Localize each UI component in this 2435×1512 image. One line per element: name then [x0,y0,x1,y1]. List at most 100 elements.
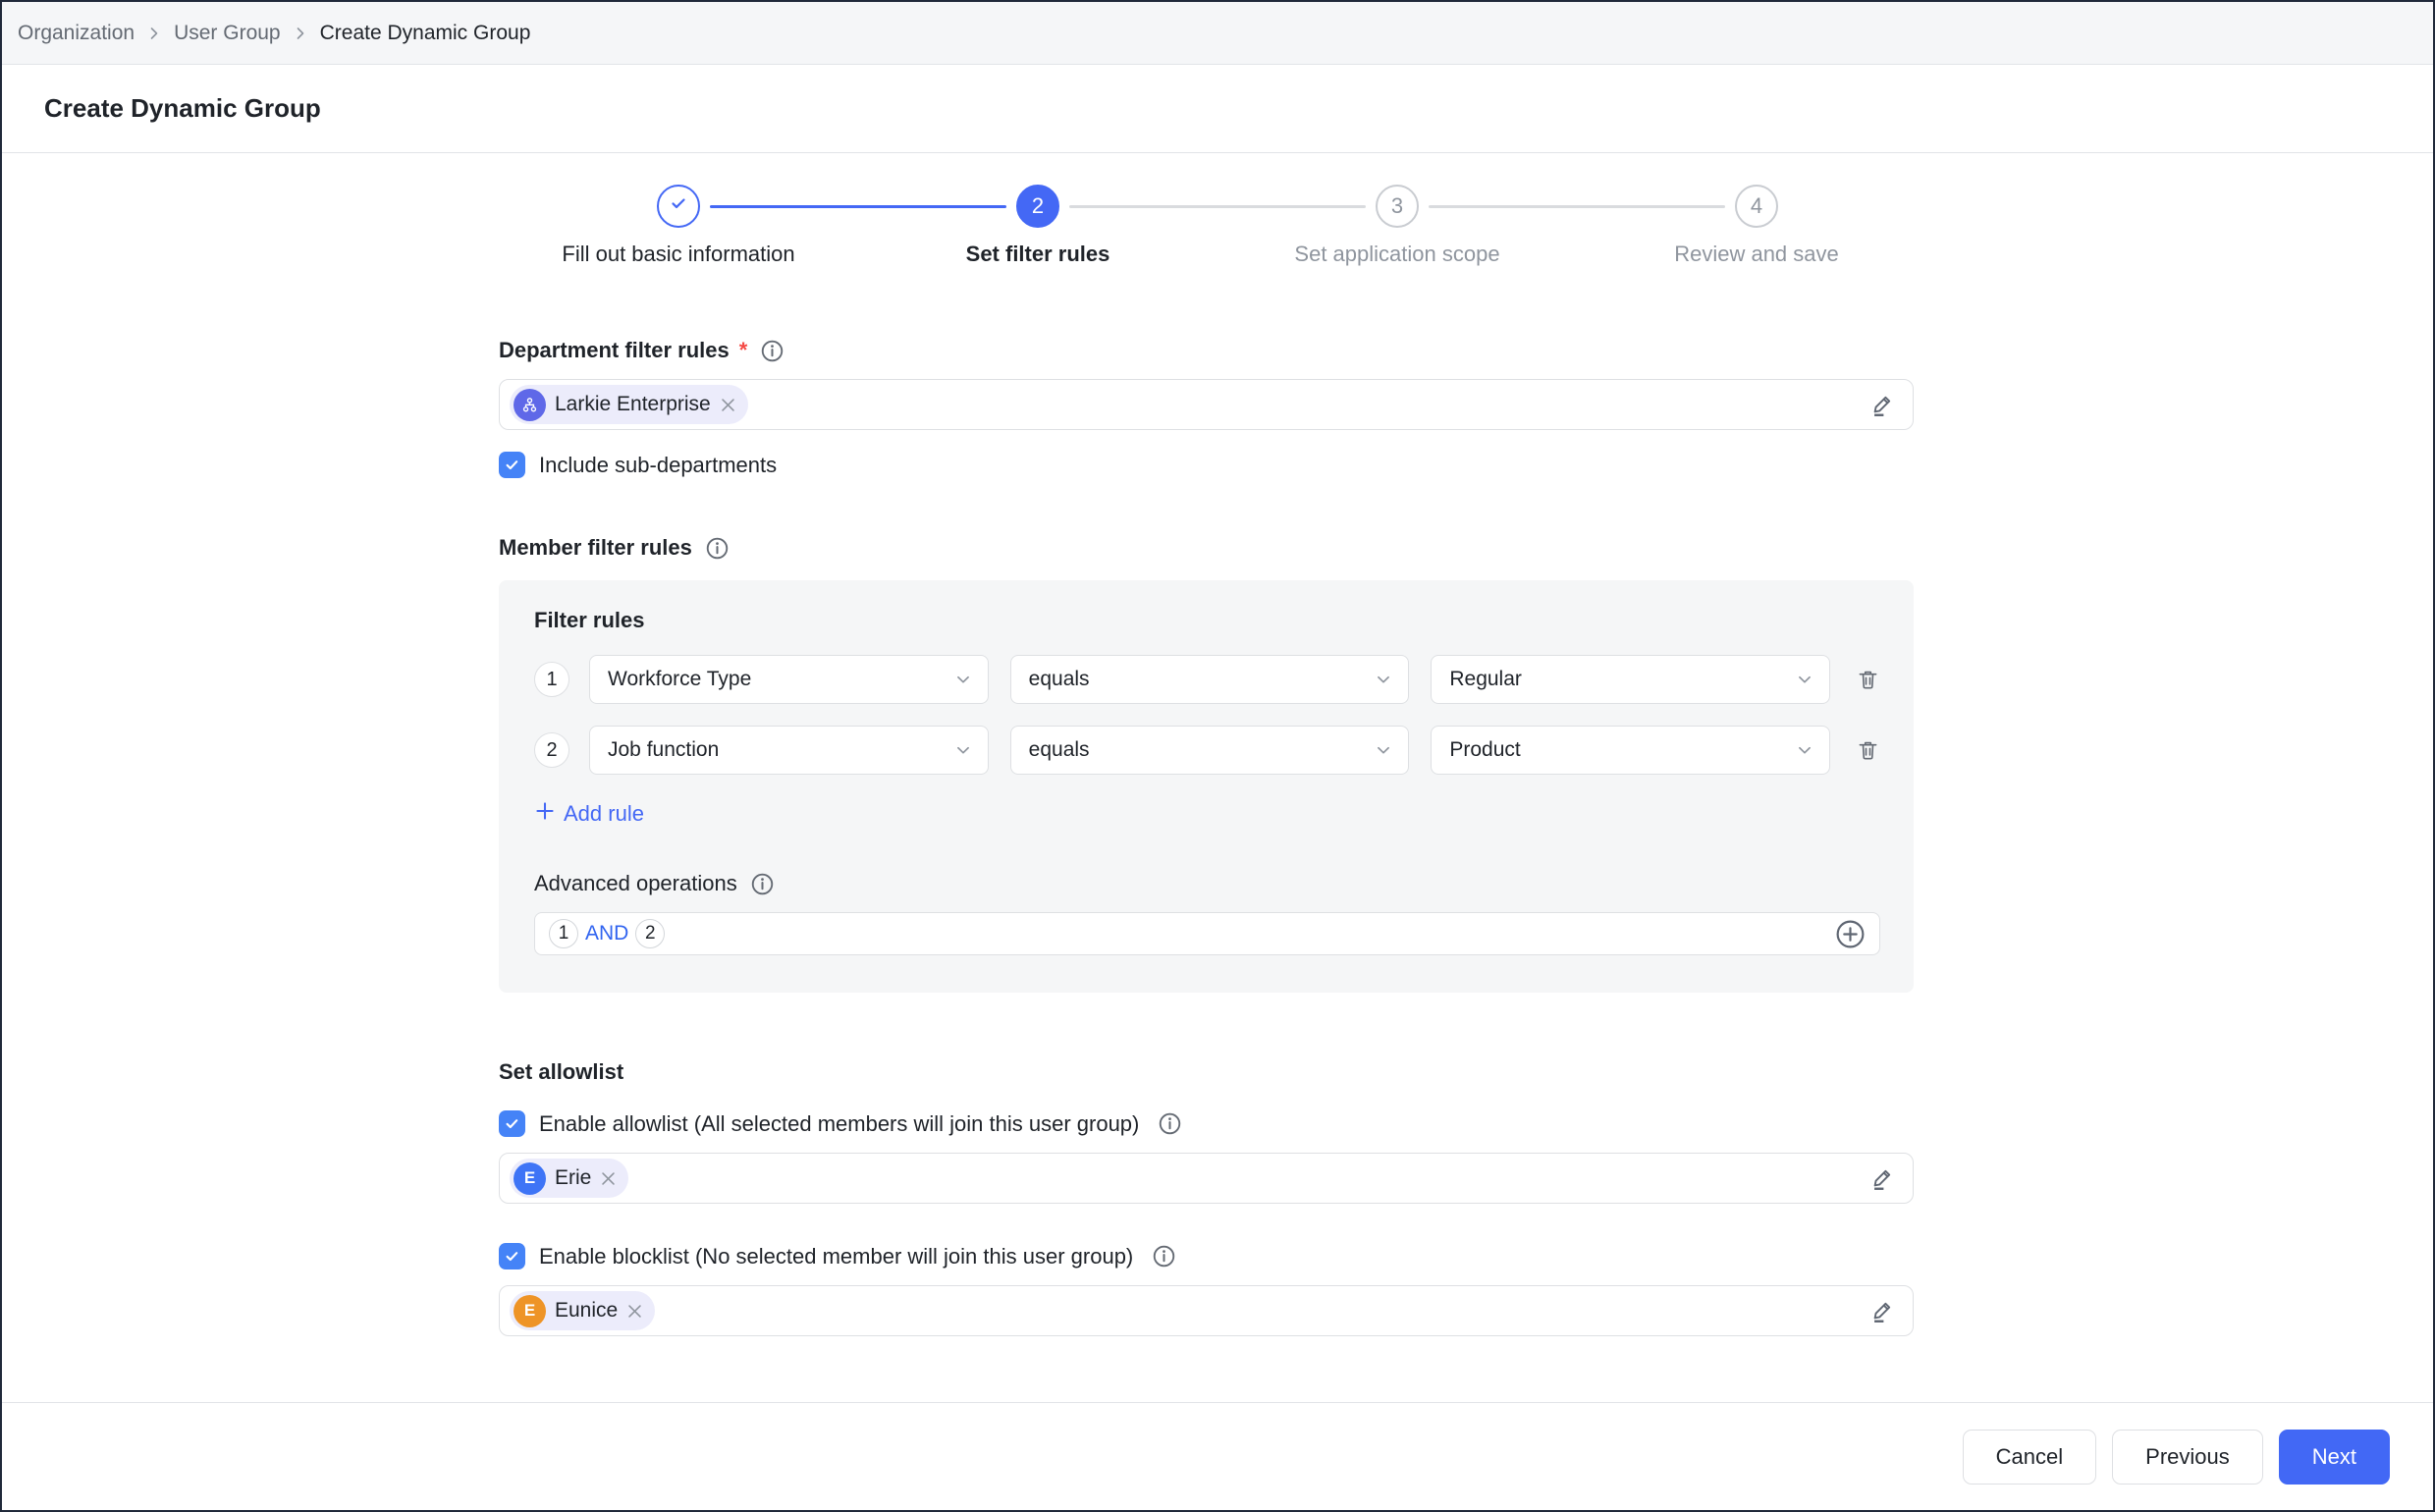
blocklist-tag-eunice: E Eunice [510,1291,655,1330]
add-expression-plus-circle-icon[interactable] [1835,919,1866,949]
edit-pencil-icon[interactable] [1868,392,1895,418]
required-asterisk: * [739,338,748,363]
enable-blocklist-label: Enable blocklist (No selected member wil… [539,1244,1133,1269]
remove-tag-icon[interactable] [626,1303,643,1320]
remove-tag-icon[interactable] [720,397,736,413]
rule-2-field-select[interactable]: Job function [589,726,989,775]
delete-rule-1-trash-icon[interactable] [1856,668,1880,692]
erie-avatar: E [514,1162,546,1195]
blocklist-members-input[interactable]: E Eunice [499,1285,1914,1336]
enable-blocklist-row: Enable blocklist (No selected member wil… [499,1243,1914,1269]
department-filter-rules-label: Department filter rules [499,338,730,363]
cancel-button[interactable]: Cancel [1963,1430,2096,1485]
step-1-basic-information[interactable]: Fill out basic information [499,185,858,267]
breadcrumb-current: Create Dynamic Group [320,22,531,45]
rule-2-value: Product [1449,738,1520,762]
rule-2-field-value: Job function [608,738,719,762]
rule-2-number-badge: 2 [534,732,569,768]
add-rule-label: Add rule [564,801,644,827]
info-icon[interactable] [1159,1112,1181,1135]
expression-and-operator[interactable]: AND [585,922,628,945]
info-icon[interactable] [751,873,774,895]
title-bar: Create Dynamic Group [2,65,2433,153]
rule-1-field-select[interactable]: Workforce Type [589,655,989,704]
plus-icon [534,800,556,828]
rule-1-number-badge: 1 [534,662,569,697]
step-3-circle[interactable]: 3 [1376,185,1419,228]
step-4-label: Review and save [1674,242,1839,267]
rule-1-value-select[interactable]: Regular [1431,655,1830,704]
wizard-stepper: Fill out basic information 2 Set filter … [499,185,1936,267]
rule-1-value: Regular [1449,668,1522,691]
include-sub-departments-label: Include sub-departments [539,453,777,478]
step-2-set-filter-rules[interactable]: 2 Set filter rules [858,185,1218,267]
chevron-right-icon [293,26,308,41]
department-filter-rules-label-row: Department filter rules * [499,338,1914,363]
step-1-check-circle[interactable] [657,185,700,228]
department-tag-label: Larkie Enterprise [555,393,711,416]
allowlist-tag-label: Erie [555,1166,591,1190]
add-rule-button[interactable]: Add rule [534,800,644,828]
step-connector [1069,205,1366,208]
chevron-down-icon [1375,741,1392,759]
wizard-footer: Cancel Previous Next [2,1402,2433,1510]
step-4-circle[interactable]: 4 [1735,185,1778,228]
step-2-circle[interactable]: 2 [1016,185,1059,228]
advanced-expression-box[interactable]: 1 AND 2 [534,912,1880,955]
advanced-operations-label: Advanced operations [534,871,737,896]
enable-allowlist-label: Enable allowlist (All selected members w… [539,1111,1139,1137]
delete-rule-2-trash-icon[interactable] [1856,738,1880,763]
breadcrumb-user-group[interactable]: User Group [174,22,281,45]
allowlist-members-input[interactable]: E Erie [499,1153,1914,1204]
blocklist-tag-label: Eunice [555,1299,618,1323]
step-2-label: Set filter rules [966,242,1110,267]
info-icon[interactable] [761,340,784,362]
include-sub-departments-checkbox[interactable] [499,452,525,478]
enable-allowlist-checkbox[interactable] [499,1110,525,1137]
edit-pencil-icon[interactable] [1868,1298,1895,1324]
rule-1-field-value: Workforce Type [608,668,751,691]
filter-rule-row-1: 1 Workforce Type equals Regular [534,655,1880,704]
filter-rules-form: Department filter rules * Larkie Enterpr… [499,338,1914,1336]
chevron-down-icon [954,671,972,688]
info-icon[interactable] [706,537,729,560]
filter-rule-row-2: 2 Job function equals Product [534,726,1880,775]
step-3-application-scope[interactable]: 3 Set application scope [1218,185,1577,267]
step-1-label: Fill out basic information [562,242,794,267]
allowlist-tag-erie: E Erie [510,1159,628,1198]
department-selector-input[interactable]: Larkie Enterprise [499,379,1914,430]
step-connector-done [710,205,1006,208]
check-icon [668,192,689,220]
rule-1-operator-value: equals [1029,668,1090,691]
step-4-review-save[interactable]: 4 Review and save [1577,185,1936,267]
advanced-operations-label-row: Advanced operations [534,871,1880,896]
member-filter-rules-panel: Filter rules 1 Workforce Type equals Reg… [499,580,1914,993]
edit-pencil-icon[interactable] [1868,1165,1895,1192]
chevron-right-icon [146,26,162,41]
chevron-down-icon [1375,671,1392,688]
enable-blocklist-checkbox[interactable] [499,1243,525,1269]
previous-button[interactable]: Previous [2112,1430,2263,1485]
step-3-label: Set application scope [1294,242,1499,267]
filter-rules-panel-title: Filter rules [534,608,1880,633]
rule-2-value-select[interactable]: Product [1431,726,1830,775]
breadcrumb: Organization User Group Create Dynamic G… [2,2,2433,65]
chevron-down-icon [954,741,972,759]
next-button[interactable]: Next [2279,1430,2390,1485]
rule-2-operator-value: equals [1029,738,1090,762]
eunice-avatar: E [514,1295,546,1327]
rule-1-operator-select[interactable]: equals [1010,655,1410,704]
expression-rule-1-badge: 1 [549,919,578,948]
breadcrumb-organization[interactable]: Organization [18,22,135,45]
remove-tag-icon[interactable] [600,1170,617,1187]
expression-rule-2-badge: 2 [635,919,665,948]
main-content: Fill out basic information 2 Set filter … [2,153,2433,1402]
chevron-down-icon [1796,741,1813,759]
set-allowlist-heading: Set allowlist [499,1059,1914,1085]
rule-2-operator-select[interactable]: equals [1010,726,1410,775]
member-filter-rules-label: Member filter rules [499,535,692,561]
info-icon[interactable] [1153,1245,1175,1268]
org-hierarchy-icon [514,389,546,421]
create-dynamic-group-window: Organization User Group Create Dynamic G… [0,0,2435,1512]
page-title: Create Dynamic Group [44,93,321,124]
